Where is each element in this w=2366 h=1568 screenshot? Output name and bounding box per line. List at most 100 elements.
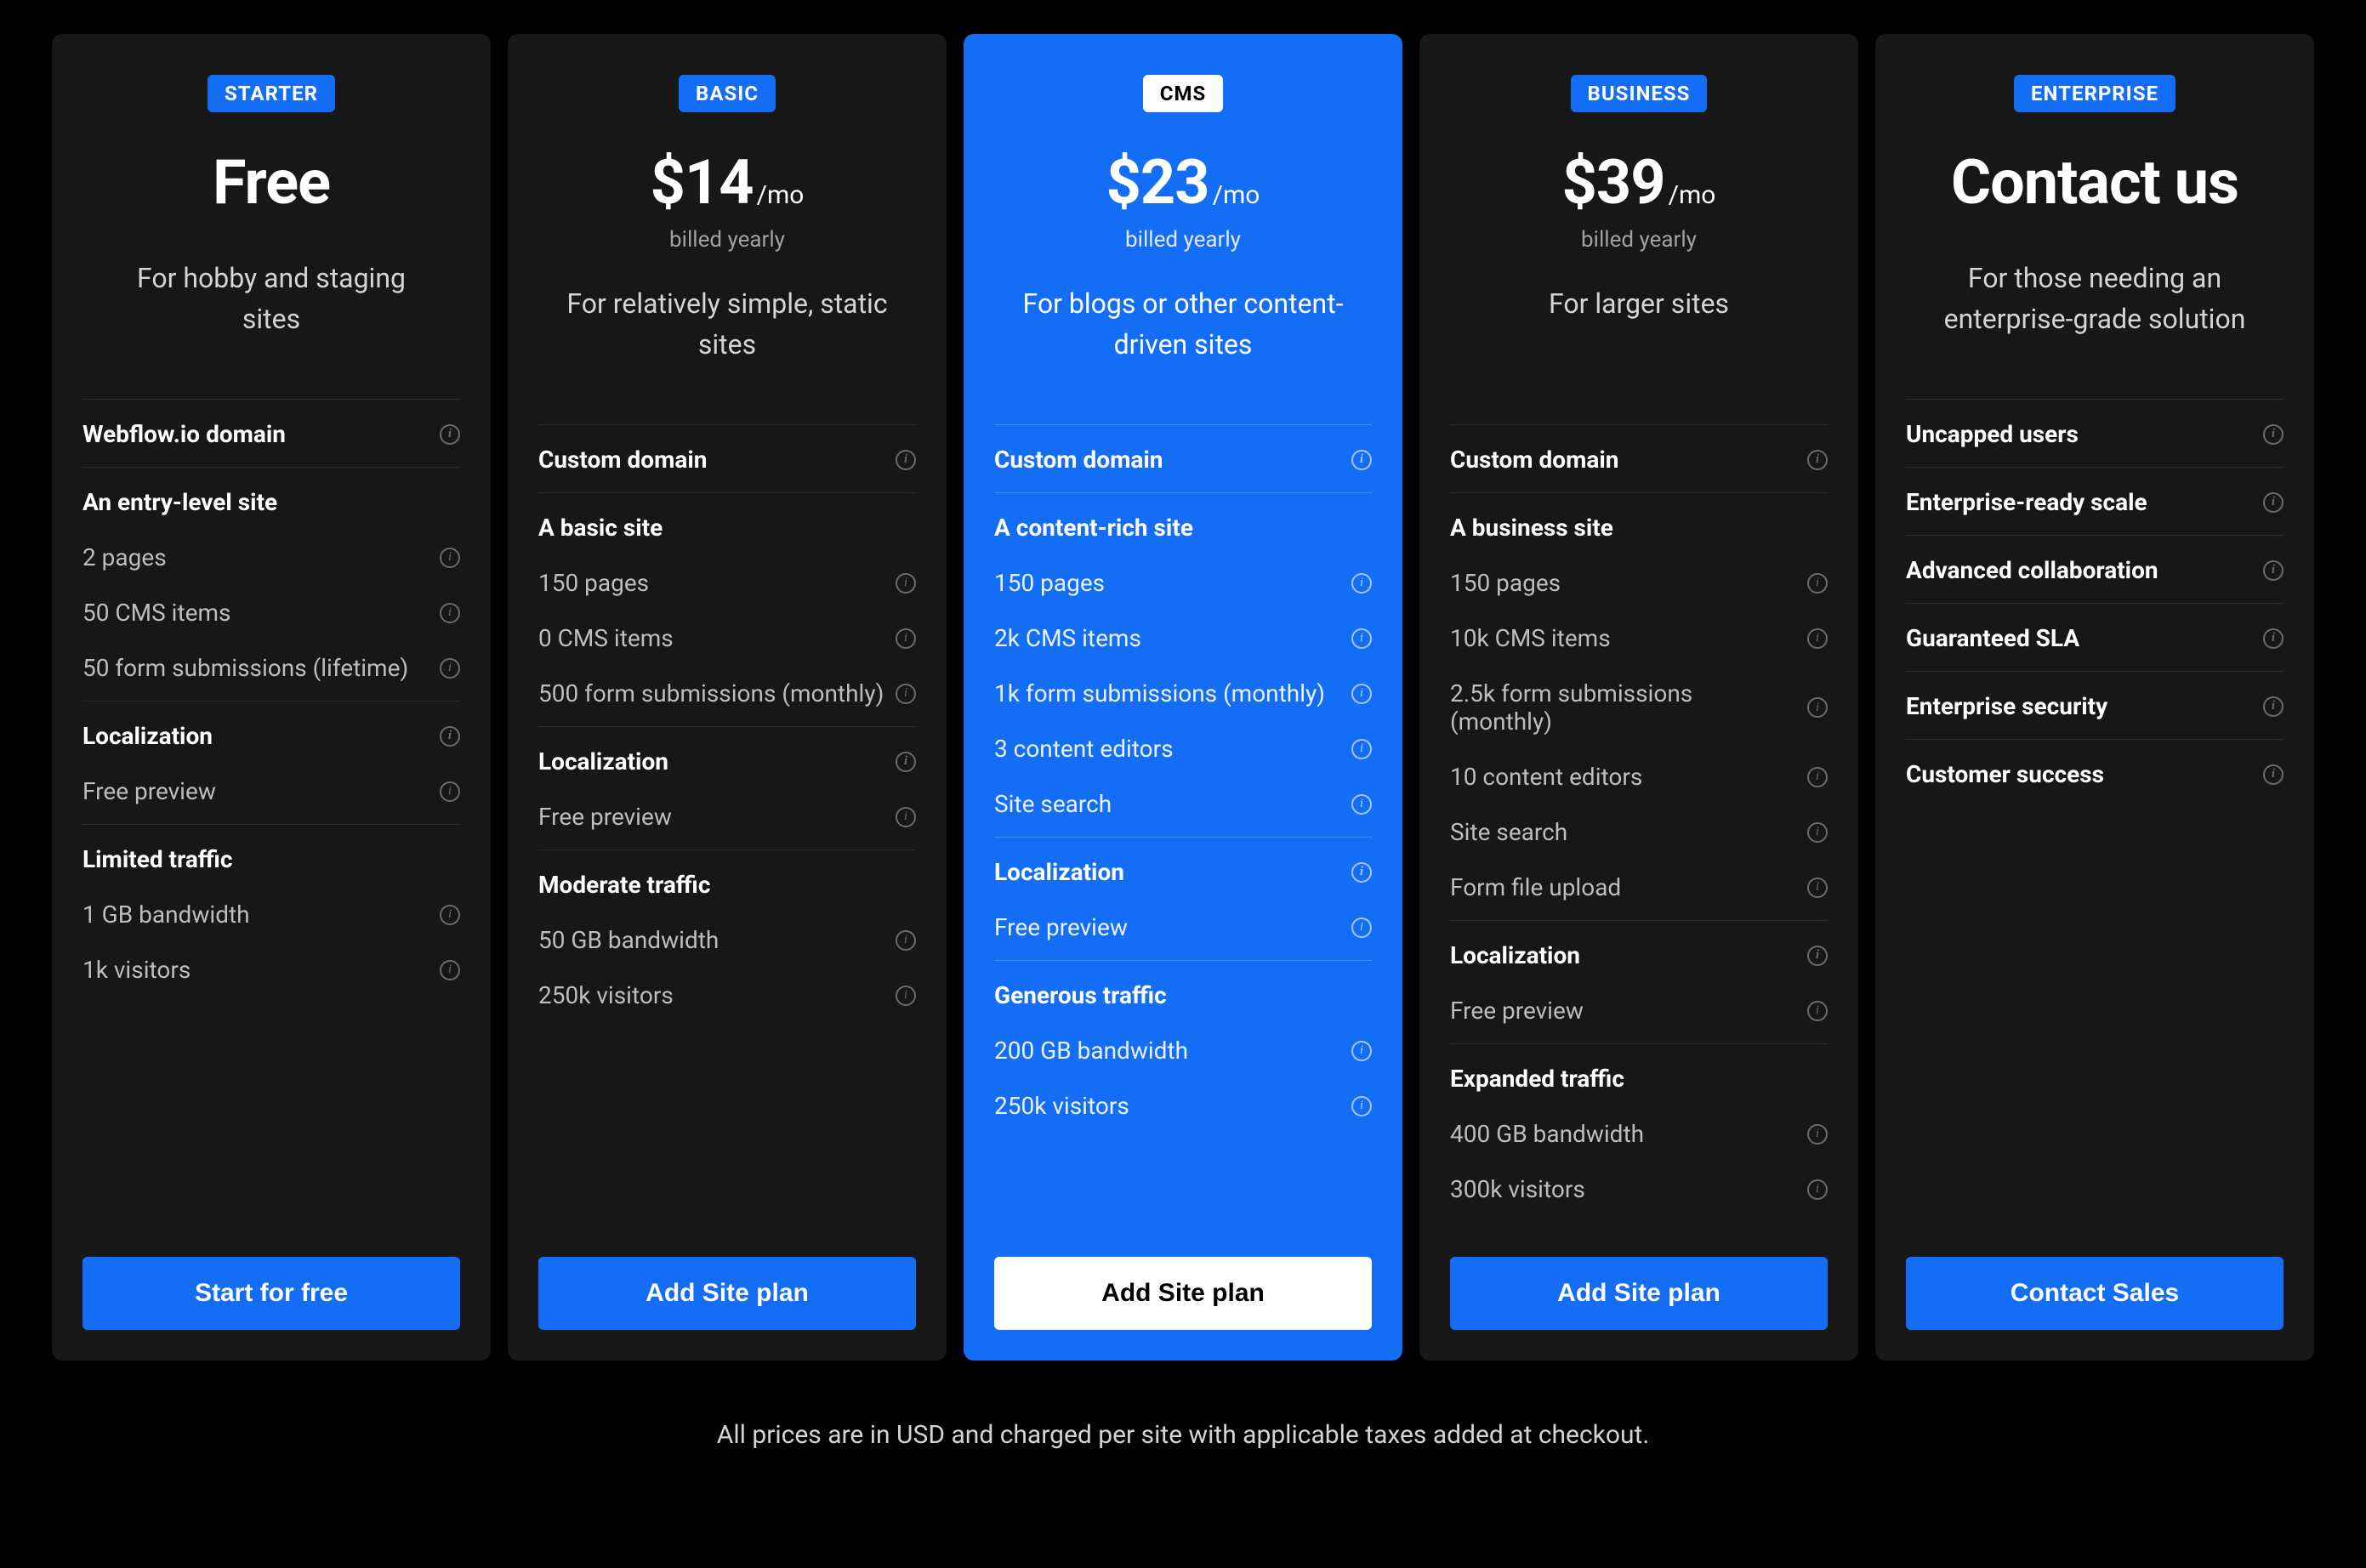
info-icon[interactable]: i (1351, 450, 1372, 470)
info-icon[interactable]: i (440, 548, 460, 568)
info-icon[interactable]: i (1807, 1124, 1828, 1145)
plan-billed: billed yearly (538, 227, 916, 253)
info-icon[interactable]: i (896, 684, 916, 704)
info-icon[interactable]: i (896, 573, 916, 594)
feature-label: Site search (1450, 818, 1567, 846)
feature-group-head: A content-rich site (994, 492, 1372, 555)
info-icon[interactable]: i (1351, 794, 1372, 815)
feature-group-head: Localizationi (538, 726, 916, 789)
info-icon[interactable]: i (2263, 696, 2284, 717)
info-icon[interactable]: i (1807, 946, 1828, 966)
info-icon[interactable]: i (1807, 573, 1828, 594)
feature-group-title: Customer success (1906, 760, 2104, 788)
feature-label: 300k visitors (1450, 1175, 1585, 1203)
feature-group-head: Uncapped users i (1906, 399, 2284, 462)
info-icon[interactable]: i (1351, 684, 1372, 704)
info-icon[interactable]: i (896, 986, 916, 1006)
info-icon[interactable]: i (1807, 1001, 1828, 1021)
info-icon[interactable]: i (896, 450, 916, 470)
feature-group-head: Generous traffic (994, 960, 1372, 1023)
info-icon[interactable]: i (1351, 739, 1372, 759)
info-icon[interactable]: i (440, 603, 460, 623)
feature-label: 1k form submissions (monthly) (994, 679, 1325, 707)
price-line: $39/mo (1450, 146, 1828, 219)
feature-group-title: A business site (1450, 514, 1613, 542)
info-icon[interactable]: i (896, 930, 916, 951)
feature-item: 10k CMS itemsi (1450, 611, 1828, 666)
feature-group-head: Enterprise-ready scale i (1906, 467, 2284, 530)
info-icon[interactable]: i (896, 807, 916, 827)
info-icon[interactable]: i (1807, 767, 1828, 787)
info-icon[interactable]: i (2263, 628, 2284, 649)
feature-item: 2k CMS items i (994, 611, 1372, 666)
plan-cta-button[interactable]: Add Site plan (538, 1257, 916, 1330)
info-icon[interactable]: i (440, 960, 460, 980)
price-line: Contact us (1906, 146, 2284, 219)
feature-group-head: Guaranteed SLAi (1906, 603, 2284, 666)
feature-label: 150 pages (994, 569, 1105, 597)
info-icon[interactable]: i (2263, 764, 2284, 785)
info-icon[interactable]: i (1351, 1096, 1372, 1116)
feature-label: 2k CMS items (994, 624, 1141, 652)
plan-desc: For those needing an enterprise-grade so… (1933, 258, 2256, 351)
feature-label: 1 GB bandwidth (82, 900, 250, 929)
feature-label: 150 pages (1450, 569, 1561, 597)
feature-group-head: Expanded traffic (1450, 1043, 1828, 1106)
info-icon[interactable]: i (440, 781, 460, 802)
info-icon[interactable]: i (440, 424, 460, 445)
plan-cta-button[interactable]: Contact Sales (1906, 1257, 2284, 1330)
feature-label: 2.5k form submissions (monthly) (1450, 679, 1797, 736)
feature-item: 500 form submissions (monthly) i (538, 666, 916, 721)
plan-desc: For hobby and staging sites (110, 258, 433, 351)
feature-item: 200 GB bandwidthi (994, 1023, 1372, 1078)
feature-item: 2 pagesi (82, 530, 460, 585)
feature-group-title: Generous traffic (994, 981, 1167, 1009)
plan-badge: CMS (1143, 75, 1224, 112)
plan-features: Custom domain i A content-rich site 150 pag… (994, 419, 1372, 1231)
info-icon[interactable]: i (2263, 492, 2284, 513)
feature-item: Site search i (1450, 804, 1828, 860)
info-icon[interactable]: i (2263, 424, 2284, 445)
info-icon[interactable]: i (896, 752, 916, 772)
feature-group-title: Enterprise-ready scale (1906, 488, 2147, 516)
info-icon[interactable]: i (440, 658, 460, 679)
feature-label: 500 form submissions (monthly) (538, 679, 884, 707)
plan-desc: For relatively simple, static sites (566, 283, 889, 377)
feature-group-title: Localization (1450, 941, 1580, 969)
info-icon[interactable]: i (2263, 560, 2284, 581)
feature-group-head: Customer success i (1906, 739, 2284, 802)
plan-cta-button[interactable]: Add Site plan (994, 1257, 1372, 1330)
info-icon[interactable]: i (1351, 918, 1372, 938)
feature-label: 50 GB bandwidth (538, 926, 719, 954)
plan-price: $39 (1562, 146, 1665, 219)
feature-item: Free previewi (538, 789, 916, 844)
info-icon[interactable]: i (440, 726, 460, 747)
feature-item: 0 CMS items i (538, 611, 916, 666)
feature-group-title: Custom domain (994, 446, 1163, 474)
feature-item: Form file uploadi (1450, 860, 1828, 915)
info-icon[interactable]: i (1807, 628, 1828, 649)
info-icon[interactable]: i (1807, 878, 1828, 898)
info-icon[interactable]: i (1351, 1041, 1372, 1061)
feature-label: 50 CMS items (82, 599, 230, 627)
plan-card-cms: CMS$23/mobilled yearlyFor blogs or other… (964, 34, 1402, 1361)
plan-cta-button[interactable]: Add Site plan (1450, 1257, 1828, 1330)
info-icon[interactable]: i (1807, 822, 1828, 843)
feature-group-title: Enterprise security (1906, 692, 2107, 720)
info-icon[interactable]: i (1807, 1179, 1828, 1200)
feature-label: 0 CMS items (538, 624, 674, 652)
info-icon[interactable]: i (1351, 573, 1372, 594)
info-icon[interactable]: i (1807, 697, 1828, 718)
feature-group-head: Limited traffic (82, 824, 460, 887)
plan-cta-button[interactable]: Start for free (82, 1257, 460, 1330)
info-icon[interactable]: i (896, 628, 916, 649)
info-icon[interactable]: i (440, 905, 460, 925)
info-icon[interactable]: i (1807, 450, 1828, 470)
info-icon[interactable]: i (1351, 628, 1372, 649)
info-icon[interactable]: i (1351, 862, 1372, 883)
feature-item: 50 form submissions (lifetime)i (82, 640, 460, 696)
feature-group-head: Localization i (1450, 920, 1828, 983)
feature-group-head: Webflow.io domaini (82, 399, 460, 462)
feature-label: Free preview (82, 777, 216, 805)
feature-group-title: Uncapped users (1906, 420, 2079, 448)
